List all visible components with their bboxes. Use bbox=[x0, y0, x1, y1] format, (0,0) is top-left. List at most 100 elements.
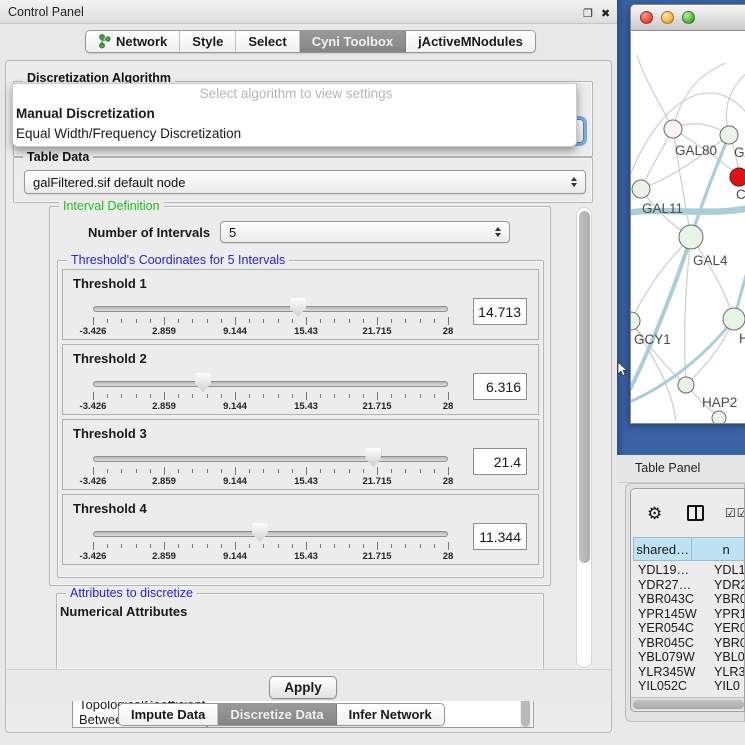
table-data-group: Table Data galFiltered.sif default node bbox=[13, 157, 593, 203]
float-window-icon[interactable]: ❐ bbox=[583, 7, 593, 20]
threshold-1-slider[interactable]: -3.426 2.859 9.144 15.43 21.715 28 bbox=[93, 300, 448, 334]
table-panel-title: Table Panel bbox=[635, 461, 700, 475]
combo-stepper-icon bbox=[493, 222, 503, 242]
control-panel-title: Control Panel bbox=[8, 5, 84, 19]
table-panel-titlebar: Table Panel bbox=[617, 455, 745, 483]
node-label: GA bbox=[734, 145, 745, 160]
gear-icon[interactable]: ⚙ bbox=[647, 504, 662, 524]
apply-button[interactable]: Apply bbox=[269, 676, 337, 699]
threshold-2-slider[interactable]: -3.426 2.859 9.144 15.43 21.715 28 bbox=[93, 375, 448, 409]
tab-infer-network[interactable]: Infer Network bbox=[337, 704, 444, 725]
column-header-shared-name[interactable]: shared… bbox=[633, 537, 692, 561]
table-header-row: shared… n bbox=[633, 537, 745, 561]
select-columns-checkboxes-icon[interactable]: ☑☑ bbox=[725, 506, 745, 520]
slider-thumb[interactable] bbox=[252, 523, 268, 542]
combo-stepper-icon bbox=[569, 171, 579, 193]
minimize-traffic-light-icon[interactable] bbox=[661, 11, 674, 24]
slider-ticks bbox=[93, 466, 448, 475]
node-gal11 bbox=[632, 180, 650, 198]
cyni-toolbox-panel: Discretization Algorithm Table Data galF… bbox=[5, 60, 612, 733]
table-row[interactable]: YLR345WYLR3 bbox=[633, 665, 745, 680]
threshold-4-value[interactable]: 11.344 bbox=[473, 523, 527, 550]
tab-style[interactable]: Style bbox=[180, 31, 236, 52]
node-highlighted-red bbox=[730, 168, 745, 186]
slider-track[interactable] bbox=[93, 381, 448, 387]
network-canvas[interactable]: GAL80 GA C GAL11 GAL4 GCY1 H HAP2 bbox=[631, 31, 745, 424]
threshold-1-label: Threshold 1 bbox=[73, 276, 147, 291]
tab-jactivemnodules[interactable]: jActiveMNodules bbox=[406, 31, 535, 52]
node-label: HAP2 bbox=[702, 395, 737, 410]
table-row[interactable]: YER054CYER0 bbox=[633, 621, 745, 636]
tab-select[interactable]: Select bbox=[236, 31, 299, 52]
threshold-2-value[interactable]: 6.316 bbox=[473, 373, 527, 400]
threshold-4-row: Threshold 4 -3.426 2.859 9.144 15.43 21.… bbox=[62, 494, 539, 565]
table-toolbar: ⚙ ☑☑ bbox=[631, 489, 744, 537]
table-row[interactable]: YBL079WYBL0 bbox=[633, 650, 745, 665]
table-row[interactable]: YBR045CYBR0 bbox=[633, 636, 745, 651]
thresholds-group: Threshold's Coordinates for 5 Intervals … bbox=[57, 260, 544, 578]
tab-impute-data[interactable]: Impute Data bbox=[119, 704, 218, 725]
number-of-intervals-combobox[interactable]: 5 bbox=[220, 221, 510, 243]
slider-ticks bbox=[93, 316, 448, 325]
columns-icon[interactable] bbox=[687, 505, 704, 521]
node-label: GAL11 bbox=[642, 201, 683, 216]
panel-scrollbar-thumb[interactable] bbox=[579, 211, 590, 563]
threshold-1-row: Threshold 1 -3.426 2.859 9.144 15.43 21.… bbox=[62, 269, 539, 340]
threshold-2-row: Threshold 2 -3.426 2.859 9.144 15.43 21.… bbox=[62, 344, 539, 415]
close-icon[interactable]: ✖ bbox=[601, 7, 610, 20]
threshold-4-label: Threshold 4 bbox=[73, 501, 147, 516]
apply-row: Apply bbox=[7, 669, 611, 701]
close-traffic-light-icon[interactable] bbox=[640, 11, 653, 24]
threshold-3-row: Threshold 3 -3.426 2.859 9.144 15.43 21.… bbox=[62, 419, 539, 490]
threshold-1-value[interactable]: 14.713 bbox=[473, 298, 527, 325]
column-header-name[interactable]: n bbox=[692, 537, 745, 561]
threshold-3-slider[interactable]: -3.426 2.859 9.144 15.43 21.715 28 bbox=[93, 450, 448, 484]
slider-track[interactable] bbox=[93, 531, 448, 537]
table-hscrollbar-thumb[interactable] bbox=[633, 700, 744, 709]
table-row[interactable]: YDR27…YDR2 bbox=[633, 578, 745, 593]
tab-cyni-toolbox[interactable]: Cyni Toolbox bbox=[300, 31, 406, 52]
thresholds-group-title: Threshold's Coordinates for 5 Intervals bbox=[67, 253, 289, 267]
cyni-bottom-tabbar: Impute Data Discretize Data Infer Networ… bbox=[118, 703, 445, 726]
tab-network[interactable]: Network bbox=[86, 31, 180, 52]
attributes-group: Attributes to discretize Numerical Attri… bbox=[56, 593, 544, 669]
network-window-titlebar[interactable] bbox=[631, 5, 745, 31]
control-panel-titlebar: Control Panel ❐ ✖ bbox=[0, 0, 617, 24]
slider-thumb[interactable] bbox=[195, 373, 211, 392]
slider-ticks bbox=[93, 391, 448, 400]
table-row[interactable]: YDL19…YDL1 bbox=[633, 563, 745, 578]
table-rows: YDL19…YDL1 YDR27…YDR2 YBR043CYBR0 YPR145… bbox=[633, 563, 745, 694]
control-panel-tabbar: Network Style Select Cyni Toolbox jActiv… bbox=[85, 30, 536, 53]
node-gcy1 bbox=[631, 312, 640, 330]
table-horizontal-scrollbar[interactable] bbox=[631, 697, 745, 710]
network-view-window: GAL80 GA C GAL11 GAL4 GCY1 H HAP2 bbox=[630, 4, 745, 424]
number-of-intervals-label: Number of Intervals bbox=[88, 225, 210, 240]
table-data-group-title: Table Data bbox=[23, 150, 93, 164]
node-gal80 bbox=[664, 120, 682, 138]
zoom-traffic-light-icon[interactable] bbox=[682, 11, 695, 24]
node-small bbox=[712, 411, 726, 424]
table-row[interactable]: YIL052CYIL0 bbox=[633, 679, 745, 694]
threshold-4-slider[interactable]: -3.426 2.859 9.144 15.43 21.715 28 bbox=[93, 525, 448, 559]
table-row[interactable]: YBR043CYBR0 bbox=[633, 592, 745, 607]
numerical-attributes-label: Numerical Attributes bbox=[60, 604, 187, 619]
interval-definition-group: Interval Definition Number of Intervals … bbox=[49, 206, 551, 586]
table-data-combobox[interactable]: galFiltered.sif default node bbox=[24, 170, 586, 194]
dropdown-item-manual-discretization[interactable]: Manual Discretization bbox=[13, 104, 576, 124]
threshold-3-value[interactable]: 21.4 bbox=[473, 448, 527, 475]
interval-definition-title: Interval Definition bbox=[59, 199, 164, 213]
node-hap2 bbox=[678, 377, 694, 393]
table-row[interactable]: YPR145WYPR1 bbox=[633, 607, 745, 622]
node-label: H bbox=[739, 331, 745, 346]
slider-track[interactable] bbox=[93, 306, 448, 312]
slider-thumb[interactable] bbox=[290, 298, 306, 317]
dropdown-placeholder-item[interactable]: Select algorithm to view settings bbox=[13, 84, 576, 104]
tab-discretize-data[interactable]: Discretize Data bbox=[218, 704, 336, 725]
dropdown-item-equal-width-frequency[interactable]: Equal Width/Frequency Discretization bbox=[13, 124, 576, 144]
panel-scrollbar[interactable] bbox=[576, 207, 592, 668]
node-table-window: ⚙ ☑☑ shared… n YDL19…YDL1 YDR27…YDR2 YBR… bbox=[630, 488, 745, 712]
slider-track[interactable] bbox=[93, 456, 448, 462]
slider-thumb[interactable] bbox=[365, 448, 381, 467]
node-label: C bbox=[736, 187, 745, 202]
attributes-group-title: Attributes to discretize bbox=[66, 586, 197, 600]
